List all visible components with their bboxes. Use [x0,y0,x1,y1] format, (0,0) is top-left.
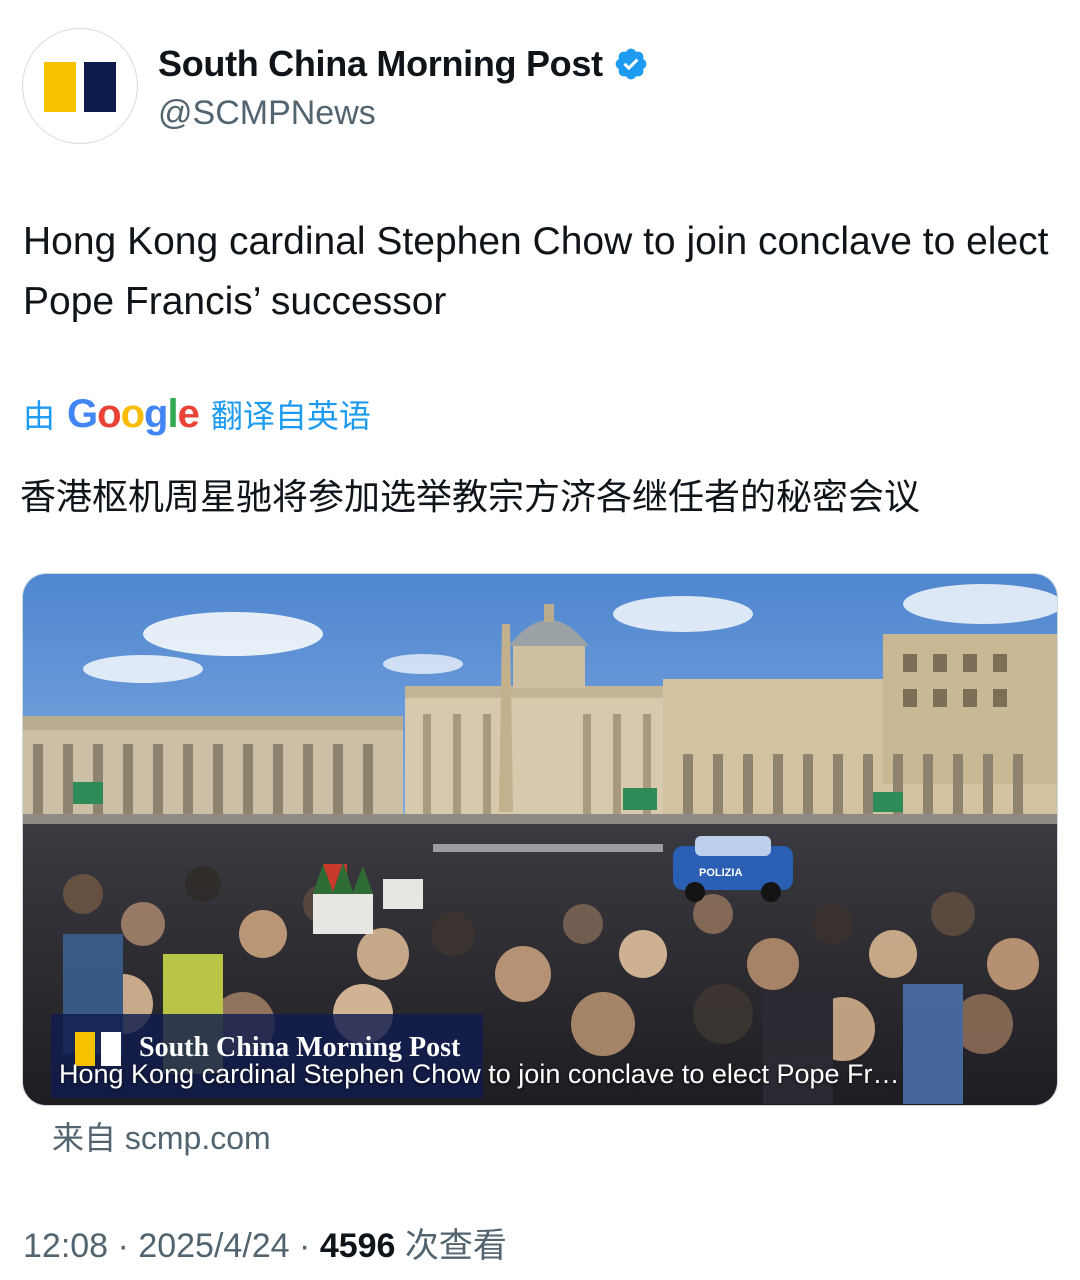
link-card[interactable]: POLIZIA South China Morning Post Hong Ko… [22,573,1058,1106]
avatar[interactable] [22,28,138,144]
link-source[interactable]: 来自 scmp.com [52,1116,271,1160]
post-text: Hong Kong cardinal Stephen Chow to join … [23,220,1049,323]
police-car-sign: POLIZIA [699,867,742,879]
google-logo-icon: Google [67,391,200,436]
scmp-logo-icon [44,58,116,114]
meta-separator: · [299,1227,311,1265]
card-caption[interactable]: Hong Kong cardinal Stephen Chow to join … [59,1056,1019,1092]
translation-attribution[interactable]: 由 Google 翻译自英语 [23,388,371,440]
meta-separator: · [117,1227,129,1265]
post-date[interactable]: 2025/4/24 [138,1227,289,1265]
author-name-row[interactable]: South China Morning Post [158,42,649,86]
post-metadata: 12:08 · 2025/4/24 · 4596 次查看 [23,1222,507,1270]
translation-prefix: 由 [23,398,56,434]
verified-badge-icon [615,48,647,80]
translation-suffix: 翻译自英语 [210,398,371,434]
author-handle[interactable]: @SCMPNews [158,94,376,133]
post-time[interactable]: 12:08 [23,1227,108,1265]
views-count[interactable]: 4596 [320,1227,396,1265]
translated-text: 香港枢机周星驰将参加选举教宗方济各继任者的秘密会议 [20,477,921,518]
views-label[interactable]: 次查看 [405,1227,507,1265]
author-display-name[interactable]: South China Morning Post [158,43,603,85]
